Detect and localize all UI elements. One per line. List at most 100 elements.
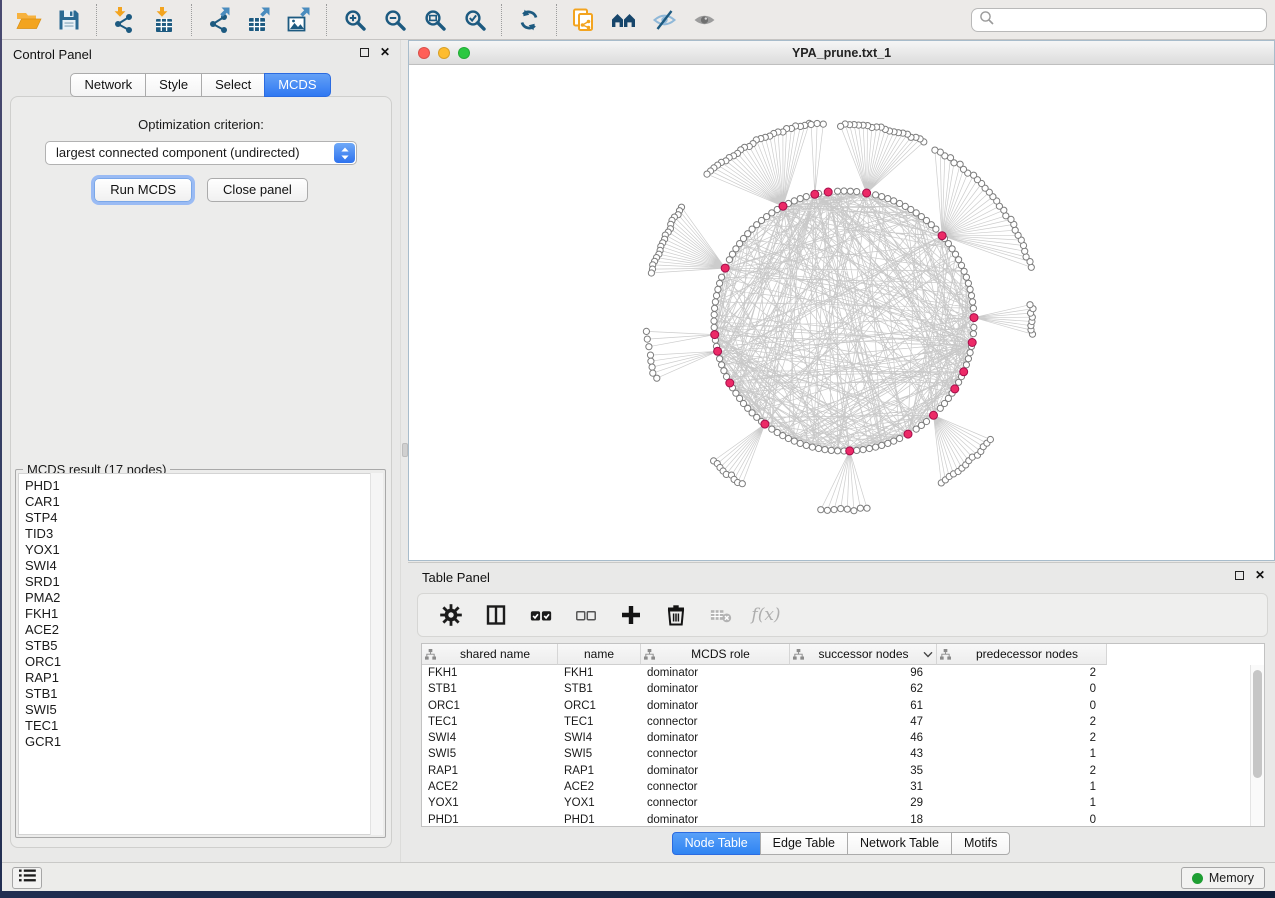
settings-button[interactable] [439,603,463,627]
cell-predecessor-nodes[interactable]: 0 [937,812,1107,827]
cell-MCDS-role[interactable]: dominator [641,812,790,827]
cell-name[interactable]: FKH1 [558,665,641,681]
cell-successor-nodes[interactable]: 31 [790,779,937,795]
cell-name[interactable]: ACE2 [558,779,641,795]
export-network-button[interactable] [199,4,239,36]
cell-shared-name[interactable]: TEC1 [422,714,558,730]
open-file-button[interactable] [9,4,49,36]
column-selector-button[interactable] [484,603,508,627]
table-row[interactable]: ORC1ORC1dominator610 [422,698,1264,714]
table-row[interactable]: TEC1TEC1connector472 [422,714,1264,730]
mcds-result-item[interactable]: PHD1 [25,478,382,494]
cell-predecessor-nodes[interactable]: 1 [937,779,1107,795]
cell-shared-name[interactable]: FKH1 [422,665,558,681]
cell-MCDS-role[interactable]: connector [641,746,790,762]
cell-shared-name[interactable]: ORC1 [422,698,558,714]
table-scrollbar[interactable] [1250,665,1264,826]
cell-successor-nodes[interactable]: 46 [790,730,937,746]
cell-name[interactable]: RAP1 [558,763,641,779]
import-network-button[interactable] [104,4,144,36]
table-row[interactable]: SWI4SWI4dominator462 [422,730,1264,746]
show-panels-button[interactable] [12,867,42,889]
cell-successor-nodes[interactable]: 43 [790,746,937,762]
zoom-in-button[interactable] [334,4,374,36]
table-row[interactable]: SWI5SWI5connector431 [422,746,1264,762]
close-panel-icon[interactable]: ✕ [380,47,390,57]
minimize-window-icon[interactable] [438,47,450,59]
table-row[interactable]: STB1STB1dominator620 [422,681,1264,697]
mcds-result-item[interactable]: TID3 [25,526,382,542]
cell-shared-name[interactable]: ACE2 [422,779,558,795]
cell-MCDS-role[interactable]: dominator [641,665,790,681]
mcds-result-item[interactable]: SRD1 [25,574,382,590]
table-row[interactable]: YOX1YOX1connector291 [422,795,1264,811]
tab-edge-table[interactable]: Edge Table [760,832,848,855]
mcds-result-item[interactable]: PMA2 [25,590,382,606]
cell-MCDS-role[interactable]: dominator [641,681,790,697]
cell-shared-name[interactable]: SWI4 [422,730,558,746]
table-row[interactable]: FKH1FKH1dominator962 [422,665,1264,681]
mcds-result-item[interactable]: ORC1 [25,654,382,670]
cell-shared-name[interactable]: STB1 [422,681,558,697]
mcds-result-item[interactable]: SWI4 [25,558,382,574]
close-window-icon[interactable] [418,47,430,59]
show-all-button[interactable] [684,4,724,36]
cell-successor-nodes[interactable]: 18 [790,812,937,827]
column-header-predecessor-nodes[interactable]: predecessor nodes [937,644,1107,665]
tab-network[interactable]: Network [70,73,146,97]
select-all-button[interactable] [529,603,553,627]
cell-predecessor-nodes[interactable]: 2 [937,730,1107,746]
table-row[interactable]: ACE2ACE2connector311 [422,779,1264,795]
mcds-result-item[interactable]: CAR1 [25,494,382,510]
cell-MCDS-role[interactable]: connector [641,714,790,730]
new-network-from-selection-button[interactable] [564,4,604,36]
cell-successor-nodes[interactable]: 29 [790,795,937,811]
cell-shared-name[interactable]: SWI5 [422,746,558,762]
table-scrollbar-thumb[interactable] [1253,670,1262,778]
cell-name[interactable]: PHD1 [558,812,641,827]
delete-row-button[interactable] [664,603,688,627]
column-header-name[interactable]: name [558,644,641,665]
tab-motifs[interactable]: Motifs [951,832,1010,855]
search-input[interactable] [1000,13,1259,27]
zoom-window-icon[interactable] [458,47,470,59]
cell-MCDS-role[interactable]: dominator [641,698,790,714]
column-header-MCDS-role[interactable]: MCDS role [641,644,790,665]
cell-successor-nodes[interactable]: 47 [790,714,937,730]
deselect-all-button[interactable] [574,603,598,627]
close-panel-icon[interactable]: ✕ [1255,570,1265,580]
mcds-result-item[interactable]: FKH1 [25,606,382,622]
cell-MCDS-role[interactable]: dominator [641,763,790,779]
save-session-button[interactable] [49,4,89,36]
cell-MCDS-role[interactable]: connector [641,795,790,811]
cell-MCDS-role[interactable]: dominator [641,730,790,746]
export-image-button[interactable] [279,4,319,36]
float-panel-icon[interactable] [1235,571,1244,580]
cell-predecessor-nodes[interactable]: 2 [937,714,1107,730]
cell-successor-nodes[interactable]: 61 [790,698,937,714]
close-panel-button[interactable]: Close panel [207,178,308,202]
mcds-result-item[interactable]: YOX1 [25,542,382,558]
cell-MCDS-role[interactable]: connector [641,779,790,795]
add-row-button[interactable] [619,603,643,627]
cell-successor-nodes[interactable]: 35 [790,763,937,779]
mcds-result-item[interactable]: ACE2 [25,622,382,638]
cell-successor-nodes[interactable]: 96 [790,665,937,681]
network-graph-svg[interactable] [409,66,1274,560]
zoom-fit-button[interactable] [414,4,454,36]
first-neighbors-button[interactable] [604,4,644,36]
cell-shared-name[interactable]: YOX1 [422,795,558,811]
cell-name[interactable]: YOX1 [558,795,641,811]
apply-layout-button[interactable] [509,4,549,36]
hide-selected-button[interactable] [644,4,684,36]
zoom-selected-button[interactable] [454,4,494,36]
tab-network-table[interactable]: Network Table [847,832,952,855]
cell-predecessor-nodes[interactable]: 1 [937,746,1107,762]
cell-shared-name[interactable]: RAP1 [422,763,558,779]
column-header-successor-nodes[interactable]: successor nodes [790,644,937,665]
cell-name[interactable]: TEC1 [558,714,641,730]
optimization-criterion-select[interactable]: largest connected component (undirected) [45,141,357,165]
run-mcds-button[interactable]: Run MCDS [94,178,192,202]
cell-predecessor-nodes[interactable]: 1 [937,795,1107,811]
mcds-result-item[interactable]: STB1 [25,686,382,702]
